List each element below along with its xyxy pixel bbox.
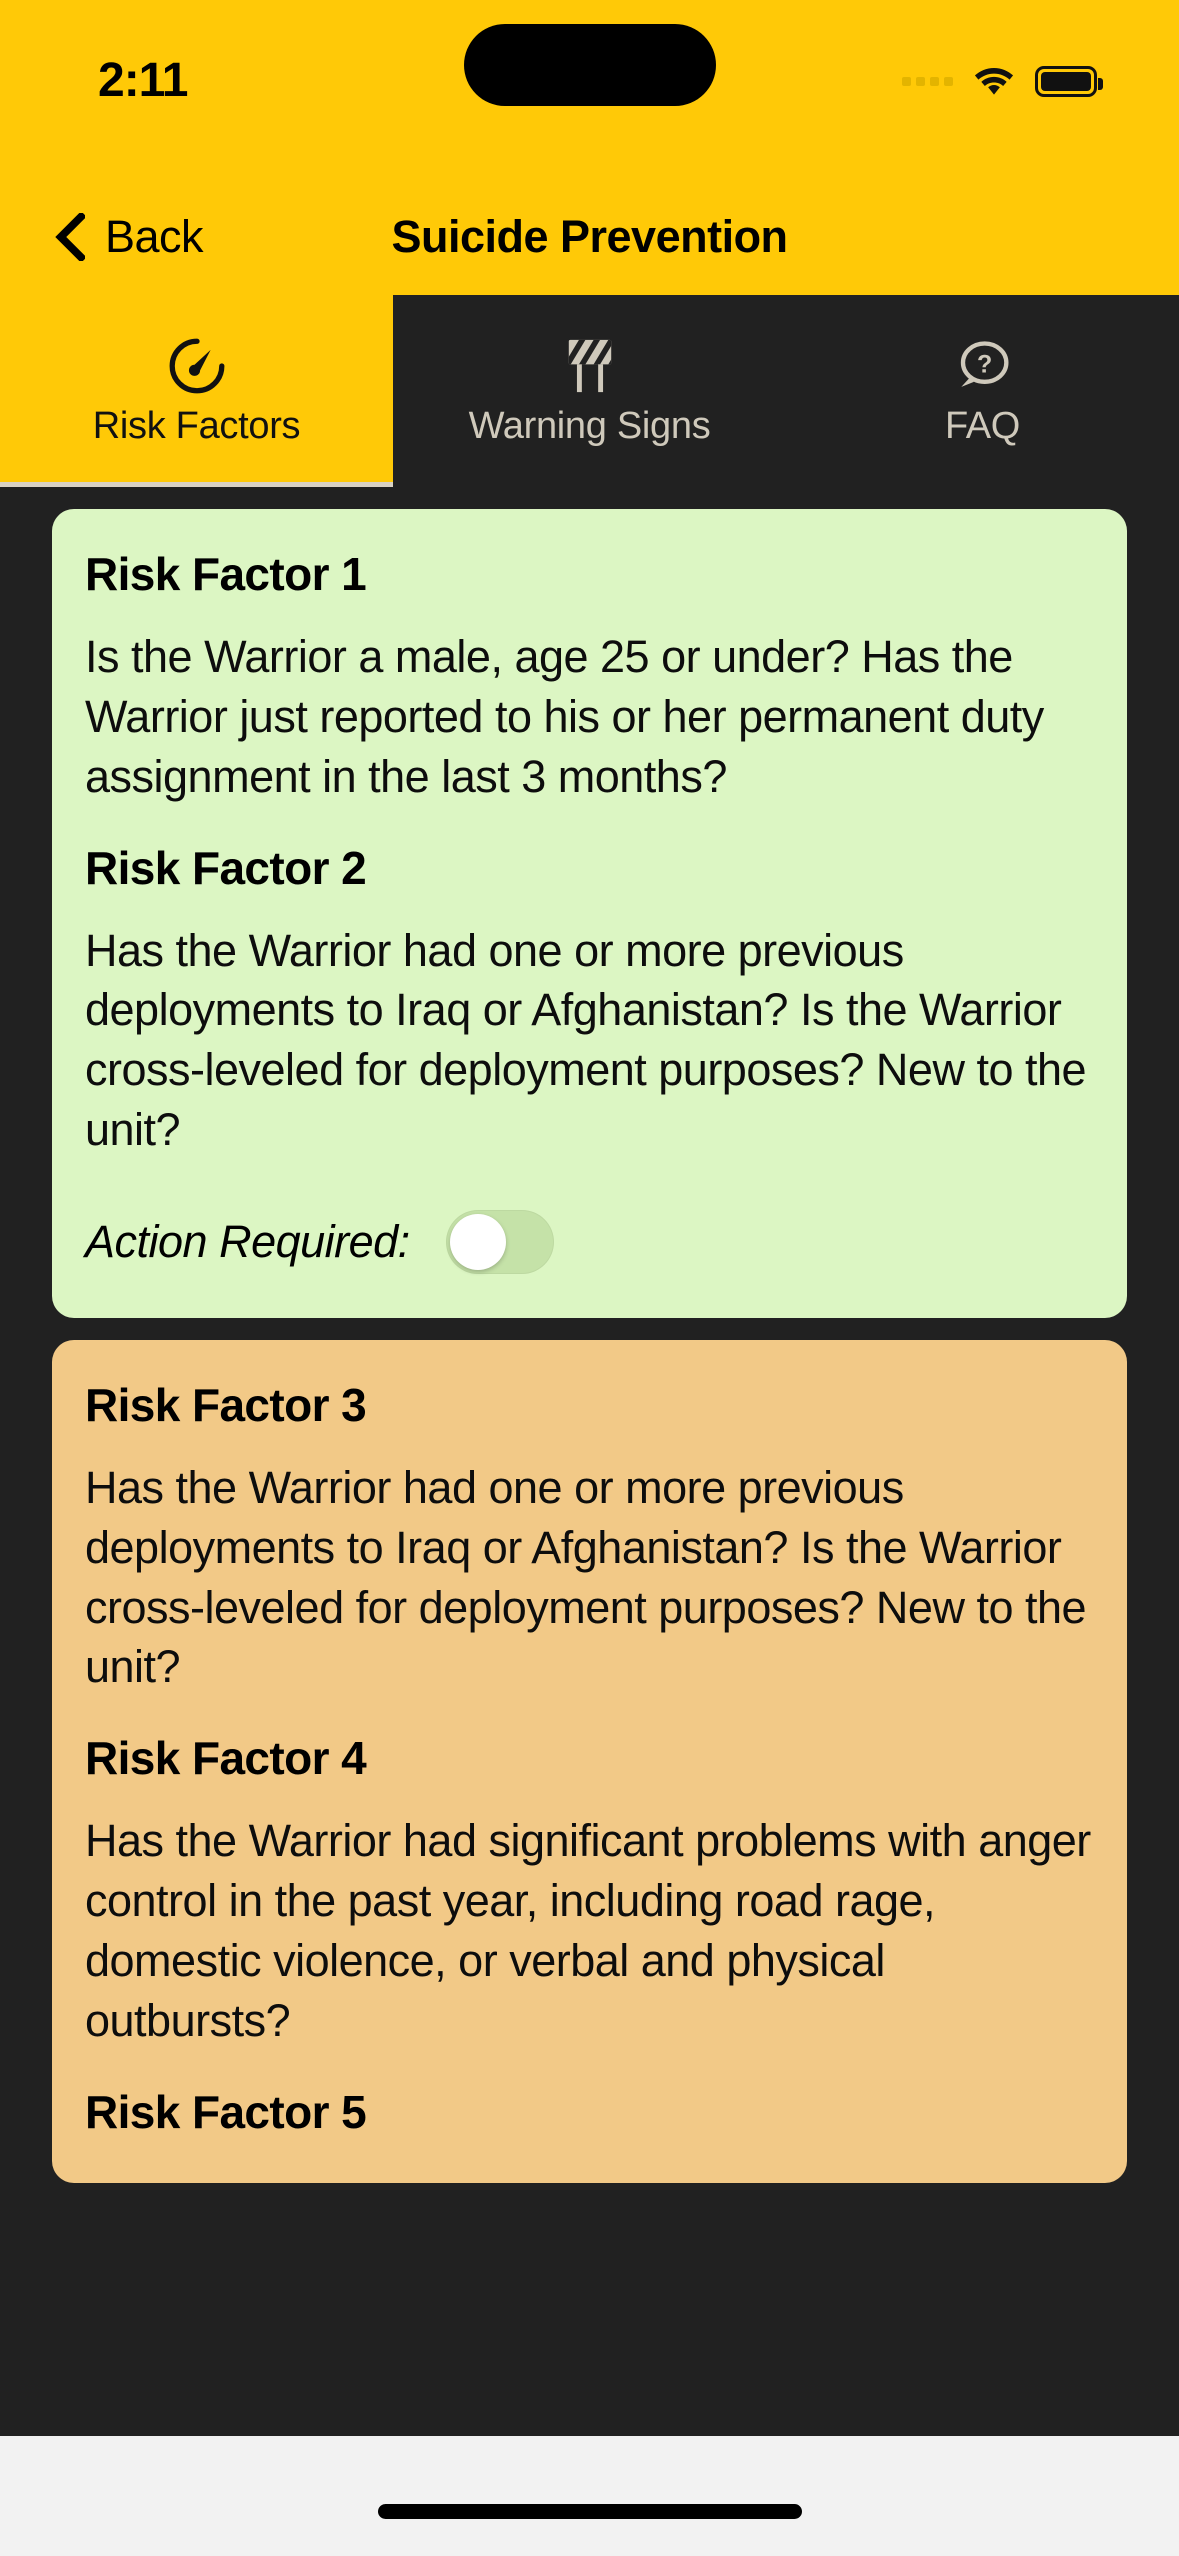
tab-faq[interactable]: ? FAQ — [786, 295, 1179, 487]
tab-risk-factors[interactable]: Risk Factors — [0, 295, 393, 487]
dynamic-island — [463, 24, 716, 106]
risk-factor-title: Risk Factor 5 — [85, 2085, 367, 2138]
risk-factor-card-green: Risk Factor 1 Is the Warrior a male, age… — [52, 509, 1127, 1318]
action-required-row: Action Required: — [85, 1209, 1094, 1274]
tab-warning-signs[interactable]: Warning Signs — [393, 295, 786, 487]
tab-label-warning-signs: Warning Signs — [468, 404, 711, 447]
risk-factors-scroll-view[interactable]: Risk Factor 1 Is the Warrior a male, age… — [0, 487, 1179, 2436]
risk-factor-body: Has the Warrior had significant problems… — [85, 1815, 1091, 2046]
gauge-icon — [166, 335, 228, 397]
home-indicator[interactable] — [377, 2503, 802, 2519]
risk-factor-body: Has the Warrior had one or more previous… — [85, 924, 1087, 1156]
battery-full-icon — [1035, 65, 1103, 97]
back-button-label: Back — [105, 210, 204, 262]
risk-factor-body: Has the Warrior had one or more previous… — [85, 1461, 1087, 1693]
tab-label-faq: FAQ — [944, 404, 1021, 447]
risk-factor-card-orange: Risk Factor 3 Has the Warrior had one or… — [52, 1339, 1127, 2183]
risk-factor-title: Risk Factor 3 — [85, 1378, 367, 1431]
toggle-knob — [449, 1213, 506, 1270]
risk-factor-body: Is the Warrior a male, age 25 or under? … — [85, 631, 1044, 802]
status-time: 2:11 — [98, 53, 188, 107]
risk-factor-title: Risk Factor 4 — [85, 1732, 367, 1785]
wifi-icon — [974, 67, 1014, 95]
action-required-label: Action Required: — [85, 1215, 410, 1267]
tab-label-risk-factors: Risk Factors — [92, 404, 301, 447]
svg-text:?: ? — [977, 350, 992, 378]
status-bar: 2:11 — [0, 0, 1179, 178]
cellular-dots-icon — [902, 76, 953, 86]
action-required-toggle[interactable] — [445, 1209, 554, 1274]
navigation-bar: Back Suicide Prevention — [0, 178, 1179, 295]
phone-screen: 2:11 Back Suicide Prevention Risk Factor… — [0, 0, 1179, 2556]
home-indicator-area — [0, 2436, 1179, 2556]
question-bubble-icon: ? — [953, 335, 1013, 397]
page-title: Suicide Prevention — [391, 210, 788, 262]
tab-bar: Risk Factors Warning Signs ? FAQ — [0, 295, 1179, 487]
risk-factor-title: Risk Factor 1 — [85, 548, 367, 600]
risk-factor-title: Risk Factor 2 — [85, 841, 367, 894]
back-button[interactable]: Back — [55, 210, 204, 263]
barrier-icon — [562, 335, 618, 397]
chevron-left-icon — [55, 212, 85, 261]
status-indicators — [902, 64, 1103, 98]
